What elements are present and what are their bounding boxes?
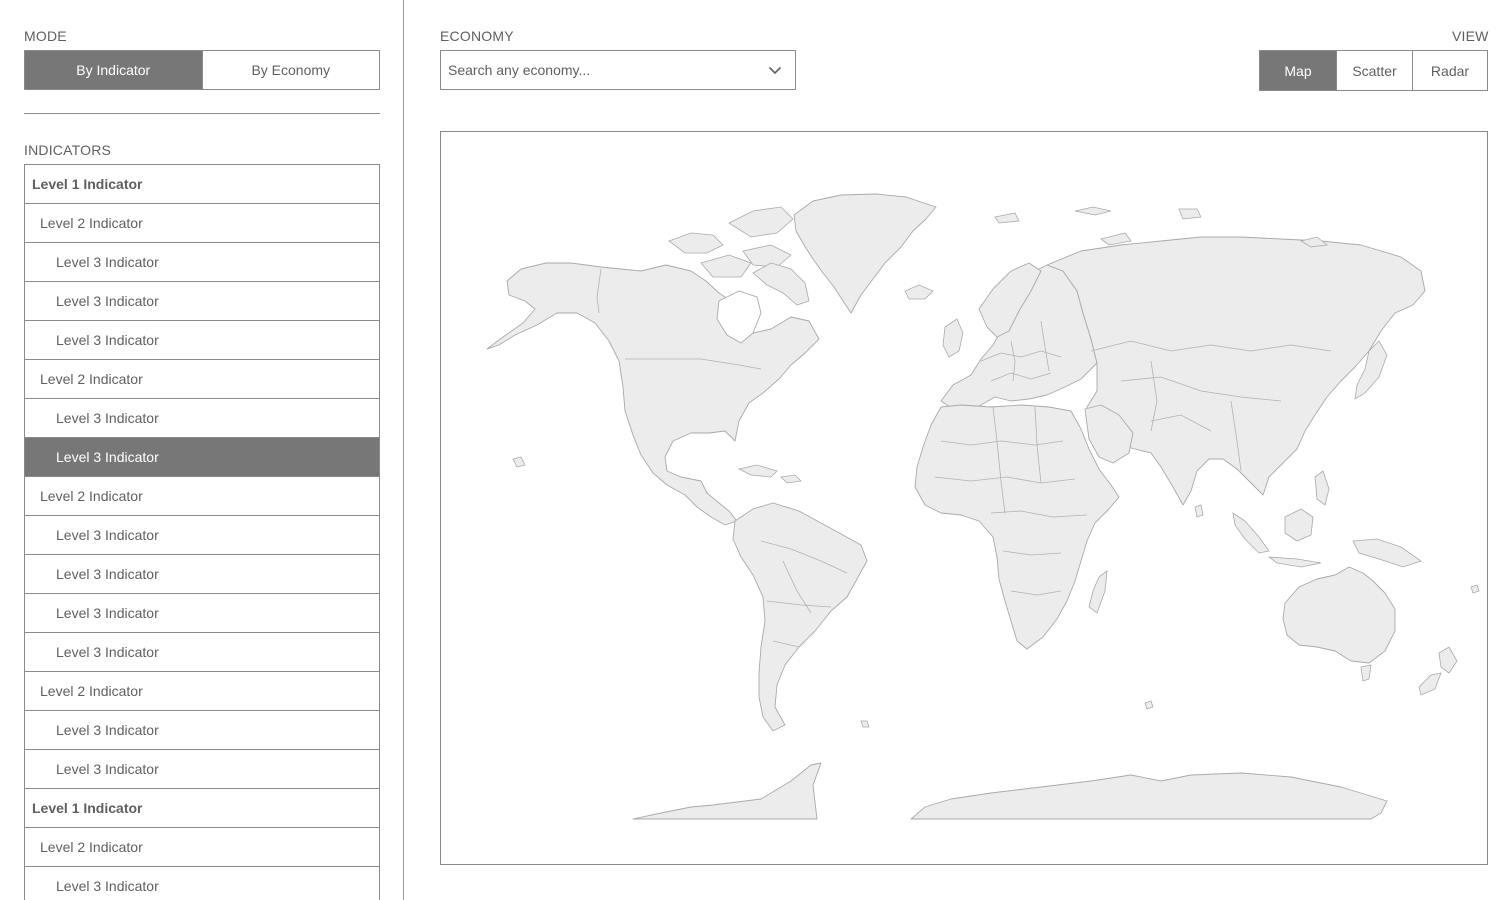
indicator-item-level-3[interactable]: Level 3 Indicator bbox=[24, 867, 380, 900]
chevron-down-icon[interactable] bbox=[755, 51, 795, 89]
indicator-item-level-3[interactable]: Level 3 Indicator bbox=[24, 516, 380, 555]
indicator-item-level-2[interactable]: Level 2 Indicator bbox=[24, 477, 380, 516]
indicators-label: INDICATORS bbox=[24, 142, 112, 158]
mode-toggle: By Indicator By Economy bbox=[24, 50, 380, 90]
indicator-item-level-3[interactable]: Level 3 Indicator bbox=[24, 594, 380, 633]
region-baffin-island[interactable] bbox=[752, 262, 810, 306]
region-arctic-islands[interactable] bbox=[728, 206, 794, 238]
indicator-item-level-1[interactable]: Level 1 Indicator bbox=[24, 165, 380, 204]
sidebar: MODE By Indicator By Economy INDICATORS … bbox=[0, 0, 404, 900]
indicator-item-level-3-selected[interactable]: Level 3 Indicator bbox=[24, 438, 380, 477]
indicator-item-level-2[interactable]: Level 2 Indicator bbox=[24, 828, 380, 867]
region-sumatra[interactable] bbox=[1232, 512, 1270, 554]
indicator-item-level-2[interactable]: Level 2 Indicator bbox=[24, 204, 380, 243]
sidebar-divider bbox=[24, 113, 380, 114]
region-cuba[interactable] bbox=[737, 464, 778, 478]
region-hispaniola[interactable] bbox=[780, 474, 802, 484]
indicator-item-level-3[interactable]: Level 3 Indicator bbox=[24, 711, 380, 750]
region-philippines[interactable] bbox=[1314, 470, 1330, 506]
region-new-zealand[interactable] bbox=[1418, 672, 1442, 696]
indicator-item-level-2[interactable]: Level 2 Indicator bbox=[24, 360, 380, 399]
region-arctic-islands[interactable] bbox=[700, 254, 752, 278]
indicator-list: Level 1 Indicator Level 2 Indicator Level … bbox=[24, 164, 380, 900]
region-south-america[interactable] bbox=[732, 502, 868, 732]
economy-search[interactable] bbox=[440, 50, 796, 90]
region-tasmania[interactable] bbox=[1360, 664, 1372, 682]
region-australia[interactable] bbox=[1282, 566, 1396, 664]
indicator-item-level-3[interactable]: Level 3 Indicator bbox=[24, 282, 380, 321]
region-new-zealand[interactable] bbox=[1438, 646, 1458, 674]
mode-label: MODE bbox=[24, 28, 67, 44]
economy-label: ECONOMY bbox=[440, 28, 514, 44]
mode-by-indicator-button[interactable]: By Indicator bbox=[25, 51, 202, 89]
indicator-item-level-3[interactable]: Level 3 Indicator bbox=[24, 750, 380, 789]
region-arctic-islands[interactable] bbox=[668, 232, 724, 254]
view-radar-button[interactable]: Radar bbox=[1412, 51, 1487, 90]
indicator-item-level-2[interactable]: Level 2 Indicator bbox=[24, 672, 380, 711]
region-java[interactable] bbox=[1267, 556, 1322, 568]
indicator-item-level-3[interactable]: Level 3 Indicator bbox=[24, 321, 380, 360]
region-iceland[interactable] bbox=[904, 284, 934, 300]
region-antarctica[interactable] bbox=[632, 762, 822, 820]
region-british-isles[interactable] bbox=[942, 318, 964, 358]
indicator-item-level-1[interactable]: Level 1 Indicator bbox=[24, 789, 380, 828]
region-madagascar[interactable] bbox=[1088, 570, 1108, 614]
indicator-item-level-3[interactable]: Level 3 Indicator bbox=[24, 243, 380, 282]
region-borneo[interactable] bbox=[1284, 508, 1314, 542]
view-scatter-button[interactable]: Scatter bbox=[1336, 51, 1412, 90]
region-antarctica[interactable] bbox=[910, 772, 1388, 820]
indicator-item-level-3[interactable]: Level 3 Indicator bbox=[24, 399, 380, 438]
view-map-button[interactable]: Map bbox=[1260, 51, 1336, 90]
world-map[interactable] bbox=[440, 131, 1488, 865]
region-sri-lanka[interactable] bbox=[1194, 504, 1204, 518]
world-map-svg bbox=[486, 193, 1480, 820]
view-toggle: Map Scatter Radar bbox=[1259, 50, 1488, 91]
view-label: VIEW bbox=[1452, 28, 1489, 44]
mode-by-economy-button[interactable]: By Economy bbox=[201, 51, 380, 89]
indicator-item-level-3[interactable]: Level 3 Indicator bbox=[24, 555, 380, 594]
region-north-america[interactable] bbox=[486, 262, 820, 526]
economy-search-input[interactable] bbox=[441, 51, 755, 89]
region-new-guinea[interactable] bbox=[1352, 538, 1422, 568]
indicator-item-level-3[interactable]: Level 3 Indicator bbox=[24, 633, 380, 672]
